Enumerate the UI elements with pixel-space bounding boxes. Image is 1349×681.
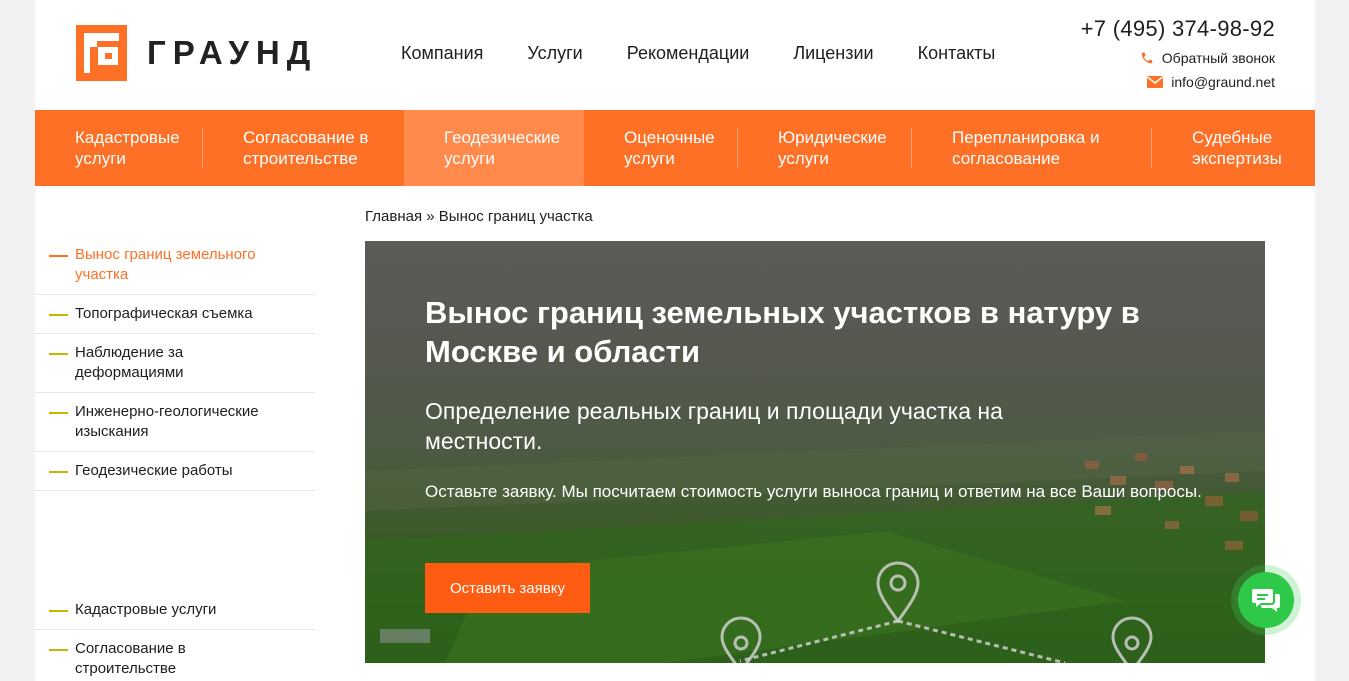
nav-licenses[interactable]: Лицензии [793,43,873,64]
hero-description: Оставьте заявку. Мы посчитаем стоимость … [425,482,1202,501]
cat-expertise[interactable]: Судебные экспертизы [1152,110,1315,186]
nav-recommendations[interactable]: Рекомендации [627,43,750,64]
bullet-dash [49,649,68,651]
bullet-dash [49,314,68,316]
sidebar-menu-secondary: Кадастровые услуги Согласование в строит… [35,591,315,681]
nav-contacts[interactable]: Контакты [918,43,996,64]
cat-legal[interactable]: Юридические услуги [738,110,912,186]
sidebar-item-geodesy[interactable]: Геодезические работы [35,452,315,491]
cat-valuation[interactable]: Оценочные услуги [584,110,738,186]
sidebar-item-boundary[interactable]: Вынос границ земельного участка [35,236,315,295]
phone-number[interactable]: +7 (495) 374-98-92 [1081,16,1275,42]
nav-services[interactable]: Услуги [527,43,582,64]
email-link[interactable]: info@graund.net [1081,74,1275,90]
hero-subtitle: Определение реальных границ и площади уч… [425,398,1003,454]
sidebar-item-topography[interactable]: Топографическая съемка [35,295,315,334]
cat-geodesic[interactable]: Геодезические услуги [404,110,584,186]
nav-company[interactable]: Компания [401,43,483,64]
sidebar-item-label: Геодезические работы [75,462,233,479]
bullet-dash [49,255,68,257]
breadcrumb-current: Вынос границ участка [438,208,593,225]
sidebar-item-geology[interactable]: Инженерно-геологические изыскания [35,393,315,452]
header-contacts: +7 (495) 374-98-92 Обратный звонок info@… [1081,16,1275,90]
email-label: info@graund.net [1171,74,1275,90]
envelope-icon [1147,76,1164,88]
phone-icon [1141,52,1153,64]
cat-label: Перепланировка и согласование [952,128,1100,168]
cat-label: Геодезические услуги [444,128,561,168]
chat-button[interactable] [1238,572,1294,628]
chat-bubbles-icon [1252,589,1280,612]
main-nav: Компания Услуги Рекомендации Лицензии Ко… [401,43,1039,64]
cat-label: Юридические услуги [778,128,887,168]
cat-label: Согласование в строительстве [243,128,369,168]
site-header: ГРАУНД Компания Услуги Рекомендации Лице… [35,0,1315,110]
cat-label: Оценочные услуги [624,128,715,168]
callback-link[interactable]: Обратный звонок [1081,50,1275,66]
sidebar-item-label: Согласование в строительстве [75,640,186,677]
logo-mark-icon [76,25,127,81]
cat-label: Судебные экспертизы [1192,128,1282,168]
category-nav: Кадастровые услуги Согласование в строител… [35,110,1315,186]
bullet-dash [49,471,68,473]
breadcrumb-separator: » [426,208,435,225]
bullet-dash [49,412,68,414]
cat-label: Кадастровые услуги [75,128,180,168]
sidebar-item-label: Кадастровые услуги [75,601,217,618]
hero-banner: Вынос границ земельных участков в натуру… [365,241,1265,663]
cat-cadastral[interactable]: Кадастровые услуги [35,110,203,186]
submit-request-button[interactable]: Оставить заявку [425,563,590,613]
cat-replanning[interactable]: Перепланировка и согласование [912,110,1152,186]
sidebar-item-label: Наблюдение за деформациями [75,344,184,381]
bullet-dash [49,353,68,355]
sidebar-item-label: Вынос границ земельного участка [75,246,256,283]
logo[interactable]: ГРАУНД [76,25,317,81]
chat-widget[interactable] [1231,565,1301,635]
cat-construction[interactable]: Согласование в строительстве [203,110,404,186]
sidebar-item-cadastral[interactable]: Кадастровые услуги [35,591,315,630]
page: ГРАУНД Компания Услуги Рекомендации Лице… [35,0,1315,681]
sidebar-menu: Вынос границ земельного участка Топограф… [35,236,315,491]
logo-text: ГРАУНД [147,34,318,71]
breadcrumb: Главная » Вынос границ участка [365,208,593,225]
sidebar-item-deformation[interactable]: Наблюдение за деформациями [35,334,315,393]
callback-label: Обратный звонок [1161,50,1275,66]
sidebar-item-label: Инженерно-геологические изыскания [75,403,259,440]
sidebar-item-construction[interactable]: Согласование в строительстве [35,630,315,681]
bullet-dash [49,610,68,612]
hero-title: Вынос границ земельных участков в натуру… [425,295,1140,369]
breadcrumb-home[interactable]: Главная [365,208,422,225]
sidebar-item-label: Топографическая съемка [75,305,253,322]
